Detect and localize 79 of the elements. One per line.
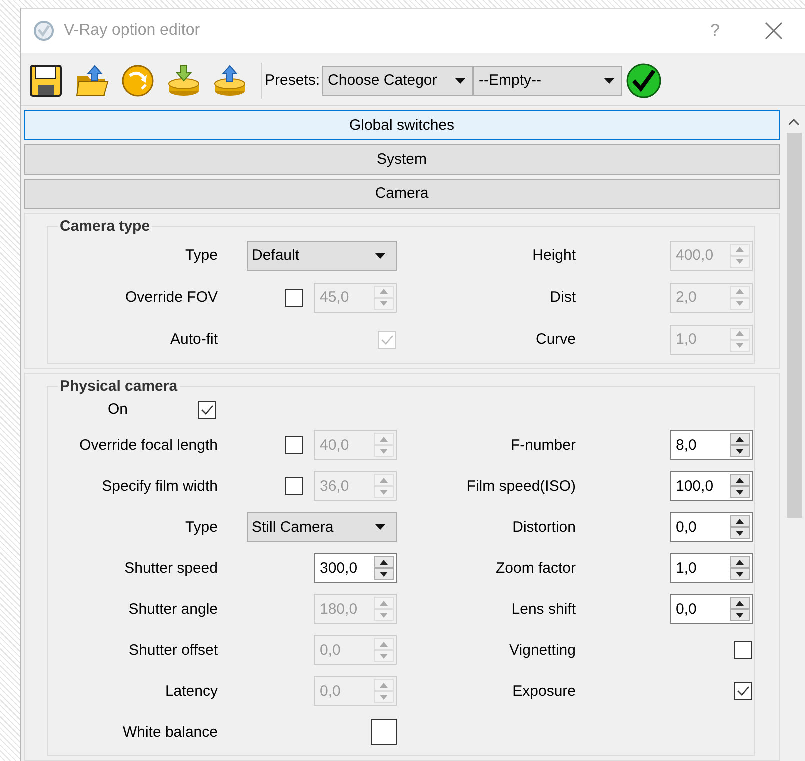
checkbox[interactable] (734, 682, 752, 700)
window-title: V-Ray option editor (64, 22, 202, 40)
field-label: Latency (164, 682, 218, 700)
spin-up-button[interactable] (374, 556, 394, 568)
spin-down-button[interactable] (730, 486, 750, 498)
spin-up-button[interactable] (730, 515, 750, 528)
field-label: Shutter speed (124, 560, 218, 577)
type-dropdown[interactable]: Still Camera (247, 512, 397, 542)
up-arrow-icon[interactable] (736, 478, 744, 483)
caret-icon (455, 78, 466, 84)
number-spinbox[interactable]: 0,0 (670, 594, 753, 624)
spin-down-button[interactable] (730, 568, 750, 580)
section-header[interactable]: Camera (24, 178, 780, 209)
group-title: Physical camera (59, 378, 179, 395)
up-arrow-icon[interactable] (736, 436, 744, 442)
field-label: Override focal length (78, 436, 218, 454)
number-spinbox[interactable]: 8,0 (670, 430, 753, 460)
up-arrow-icon[interactable] (380, 560, 388, 565)
folder-upload-icon[interactable] (75, 64, 109, 98)
field-label: Film speed(ISO) (466, 478, 576, 495)
spin-up-button[interactable] (730, 474, 750, 486)
field-label: Override FOV (124, 289, 218, 306)
category-dropdown[interactable]: Choose Categor (322, 66, 474, 96)
down-arrow-icon[interactable] (380, 572, 388, 577)
download-icon[interactable] (167, 64, 201, 98)
upload-icon[interactable] (213, 64, 247, 98)
field-label: White balance (122, 724, 218, 741)
scroll-up-icon[interactable] (789, 118, 799, 124)
field-label: Type (184, 518, 218, 536)
down-arrow-icon[interactable] (736, 572, 744, 577)
field-label: Distortion (512, 518, 576, 536)
down-arrow-icon[interactable] (736, 612, 744, 618)
checkbox[interactable] (734, 641, 752, 660)
down-arrow-icon[interactable] (736, 530, 744, 536)
spin-down-button[interactable] (374, 568, 394, 580)
up-arrow-icon[interactable] (736, 600, 744, 606)
section-header[interactable]: System (24, 144, 780, 175)
spin-down-button[interactable] (730, 609, 750, 622)
caret-icon (375, 252, 386, 259)
field-label: On (106, 401, 128, 418)
number-spinbox[interactable]: 100,0 (670, 471, 753, 502)
type-dropdown[interactable]: Default (247, 240, 397, 271)
apply-check-icon[interactable] (626, 62, 662, 98)
spin-up-button[interactable] (730, 556, 750, 568)
presets-label: Presets: (265, 72, 320, 89)
down-arrow-icon[interactable] (736, 448, 744, 454)
caret-icon (604, 78, 616, 84)
spin-down-button[interactable] (730, 527, 750, 540)
up-arrow-icon[interactable] (736, 560, 744, 565)
field-label: Dist (549, 289, 576, 306)
checkbox[interactable] (198, 400, 216, 419)
field-label: Exposure (512, 682, 576, 700)
down-arrow-icon[interactable] (736, 490, 744, 495)
field-label: Zoom factor (494, 560, 576, 577)
field-label: Height (532, 247, 576, 264)
field-label: Lens shift (510, 600, 576, 618)
up-arrow-icon[interactable] (736, 518, 744, 524)
color-swatch[interactable] (371, 719, 397, 746)
scrollbar-thumb[interactable] (787, 133, 802, 518)
field-label: Shutter offset (128, 642, 218, 659)
number-spinbox[interactable]: 300,0 (314, 553, 397, 584)
field-label: Vignetting (508, 642, 576, 659)
spin-up-button[interactable] (730, 433, 750, 446)
section-header[interactable]: Global switches (24, 110, 780, 140)
spin-down-button[interactable] (730, 445, 750, 458)
number-spinbox[interactable]: 0,0 (670, 512, 753, 542)
close-icon[interactable] (765, 22, 783, 40)
preset-dropdown[interactable]: --Empty-- (473, 66, 622, 96)
field-label: Curve (534, 331, 576, 348)
field-label: F-number (510, 436, 576, 454)
number-spinbox[interactable]: 1,0 (670, 553, 753, 584)
group-title: Camera type (59, 218, 152, 235)
field-label: Type (184, 247, 218, 264)
spin-up-button[interactable] (730, 597, 750, 610)
logo-icon (33, 20, 55, 42)
field-label: Auto-fit (169, 331, 218, 348)
caret-icon (375, 524, 386, 530)
field-label: Shutter angle (128, 600, 218, 618)
field-label: Specify film width (101, 478, 218, 495)
